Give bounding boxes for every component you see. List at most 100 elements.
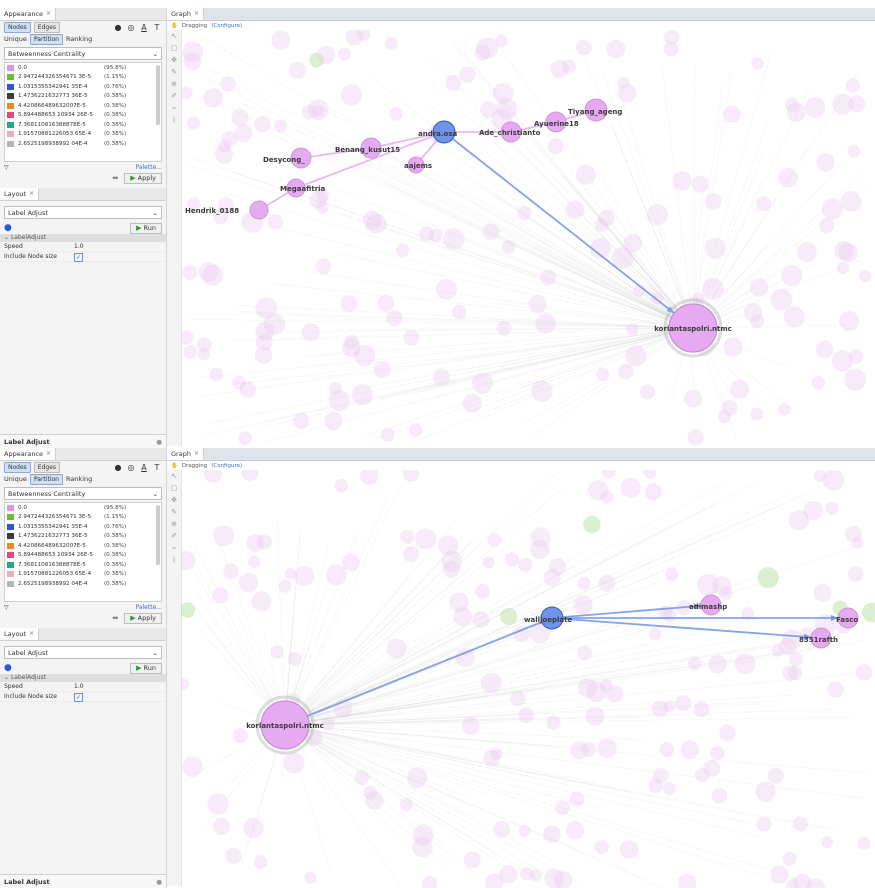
rect-select-icon[interactable]: ▢ [167, 42, 181, 54]
edges-tab[interactable]: Edges [34, 22, 60, 33]
size-icon[interactable]: ◎ [126, 22, 136, 32]
partition-item[interactable]: 2.947244326354671 3E-5(1.15%) [5, 73, 161, 83]
partition-item[interactable]: 4.420866489632007E-5(0.38%) [5, 101, 161, 111]
tab-appearance[interactable]: Appearance× [0, 448, 56, 460]
tab-graph[interactable]: Graph× [167, 8, 204, 20]
run-button[interactable]: ▶Run [130, 663, 162, 674]
checkbox-checked[interactable]: ✓ [74, 693, 83, 702]
drag-icon[interactable]: ✥ [167, 494, 181, 506]
rect-select-icon[interactable]: ▢ [167, 482, 181, 494]
attribute-select[interactable]: Betweenness Centrality⌄ [4, 47, 162, 60]
filter-icon[interactable]: ▽ [4, 604, 9, 611]
select-icon[interactable]: ↖ [167, 470, 181, 482]
close-icon[interactable]: × [46, 448, 51, 460]
color-swatch[interactable] [7, 533, 14, 539]
color-swatch[interactable] [7, 93, 14, 99]
brush-icon[interactable]: ✎ [167, 506, 181, 518]
tab-partition[interactable]: Partition [30, 34, 63, 45]
color-swatch[interactable] [7, 524, 14, 530]
partition-item[interactable]: 1.0315355342941 35E-4(0.76%) [5, 82, 161, 92]
color-swatch[interactable] [7, 122, 14, 128]
partition-item[interactable]: 0.0(95.8%) [5, 63, 161, 73]
apply-mode-icon[interactable]: ⇔ [112, 174, 118, 182]
color-swatch[interactable] [7, 65, 14, 71]
scrollbar[interactable] [156, 505, 160, 565]
speed-property[interactable]: Speed1.0 [0, 242, 166, 252]
tab-unique[interactable]: Unique [4, 35, 27, 43]
shortest-path-icon[interactable]: ⌁ [167, 102, 181, 114]
palette-link[interactable]: Palette... [135, 604, 162, 611]
edge-pencil-icon[interactable]: ⌇ [167, 114, 181, 126]
close-icon[interactable]: × [194, 448, 199, 460]
node-size-property[interactable]: Include Node size✓ [0, 252, 166, 262]
brush-icon[interactable]: ✎ [167, 66, 181, 78]
color-swatch[interactable] [7, 103, 14, 109]
speed-property[interactable]: Speed1.0 [0, 682, 166, 692]
label-size-icon[interactable]: T [152, 462, 162, 472]
info-icon[interactable]: ● [4, 223, 12, 233]
hand-icon[interactable]: ✋ [171, 463, 178, 469]
color-swatch[interactable] [7, 84, 14, 90]
shortest-path-icon[interactable]: ⌁ [167, 542, 181, 554]
run-button[interactable]: ▶Run [130, 223, 162, 234]
partition-item[interactable]: 5.894488653 10934 26E-5(0.38%) [5, 551, 161, 561]
tab-layout[interactable]: Layout× [0, 188, 39, 200]
configure-link[interactable]: (Configure) [211, 23, 242, 29]
scrollbar[interactable] [156, 65, 160, 125]
tab-layout[interactable]: Layout× [0, 628, 39, 640]
partition-item[interactable]: 2.6525198938992 04E-4(0.38%) [5, 139, 161, 149]
tab-partition[interactable]: Partition [30, 474, 63, 485]
color-swatch[interactable] [7, 543, 14, 549]
close-icon[interactable]: × [194, 8, 199, 20]
partition-item[interactable]: 4.420866489632007E-5(0.38%) [5, 541, 161, 551]
apply-button[interactable]: ▶Apply [124, 173, 162, 184]
attribute-select[interactable]: Betweenness Centrality⌄ [4, 487, 162, 500]
partition-item[interactable]: 7.368110816388878E-5(0.38%) [5, 560, 161, 570]
zoom-icon[interactable]: ⊕ [167, 518, 181, 530]
close-icon[interactable]: × [46, 8, 51, 20]
partition-item[interactable]: 1.91570881226053 65E-4(0.38%) [5, 570, 161, 580]
tab-ranking[interactable]: Ranking [66, 35, 92, 43]
help-icon[interactable]: ● [156, 878, 162, 886]
filter-icon[interactable]: ▽ [4, 164, 9, 171]
checkbox-checked[interactable]: ✓ [74, 253, 83, 262]
label-color-icon[interactable]: A [139, 462, 149, 472]
color-swatch[interactable] [7, 131, 14, 137]
apply-mode-icon[interactable]: ⇔ [112, 614, 118, 622]
color-swatch[interactable] [7, 141, 14, 147]
color-swatch[interactable] [7, 74, 14, 80]
zoom-icon[interactable]: ⊕ [167, 78, 181, 90]
configure-link[interactable]: (Configure) [211, 463, 242, 469]
graph-canvas[interactable]: koriantaspolri.ntmcHendrik_0188Megaafitr… [181, 30, 875, 448]
pencil-icon[interactable]: ✐ [167, 530, 181, 542]
select-icon[interactable]: ↖ [167, 30, 181, 42]
partition-item[interactable]: 2.6525198938992 04E-4(0.38%) [5, 579, 161, 589]
apply-button[interactable]: ▶Apply [124, 613, 162, 624]
pencil-icon[interactable]: ✐ [167, 90, 181, 102]
partition-item[interactable]: 1.91570881226053 65E-4(0.38%) [5, 130, 161, 140]
close-icon[interactable]: × [29, 188, 34, 200]
palette-icon[interactable]: ● [113, 22, 123, 32]
color-swatch[interactable] [7, 562, 14, 568]
layout-select[interactable]: Label Adjust⌄ [4, 206, 162, 219]
tab-appearance[interactable]: Appearance× [0, 8, 56, 20]
color-swatch[interactable] [7, 505, 14, 511]
color-swatch[interactable] [7, 112, 14, 118]
partition-item[interactable]: 1.4736221632773 36E-5(0.38%) [5, 532, 161, 542]
hand-icon[interactable]: ✋ [171, 23, 178, 29]
partition-item[interactable]: 5.894488653 10934 26E-5(0.38%) [5, 111, 161, 121]
nodes-tab[interactable]: Nodes [4, 22, 31, 33]
color-swatch[interactable] [7, 514, 14, 520]
partition-item[interactable]: 2.947244326354671 3E-5(1.15%) [5, 513, 161, 523]
partition-item[interactable]: 1.0315355342941 35E-4(0.76%) [5, 522, 161, 532]
palette-link[interactable]: Palette... [135, 164, 162, 171]
drag-icon[interactable]: ✥ [167, 54, 181, 66]
color-swatch[interactable] [7, 581, 14, 587]
tab-graph[interactable]: Graph× [167, 448, 204, 460]
partition-item[interactable]: 1.4736221632773 36E-5(0.38%) [5, 92, 161, 102]
color-swatch[interactable] [7, 571, 14, 577]
color-swatch[interactable] [7, 552, 14, 558]
label-size-icon[interactable]: T [152, 22, 162, 32]
size-icon[interactable]: ◎ [126, 462, 136, 472]
close-icon[interactable]: × [29, 628, 34, 640]
